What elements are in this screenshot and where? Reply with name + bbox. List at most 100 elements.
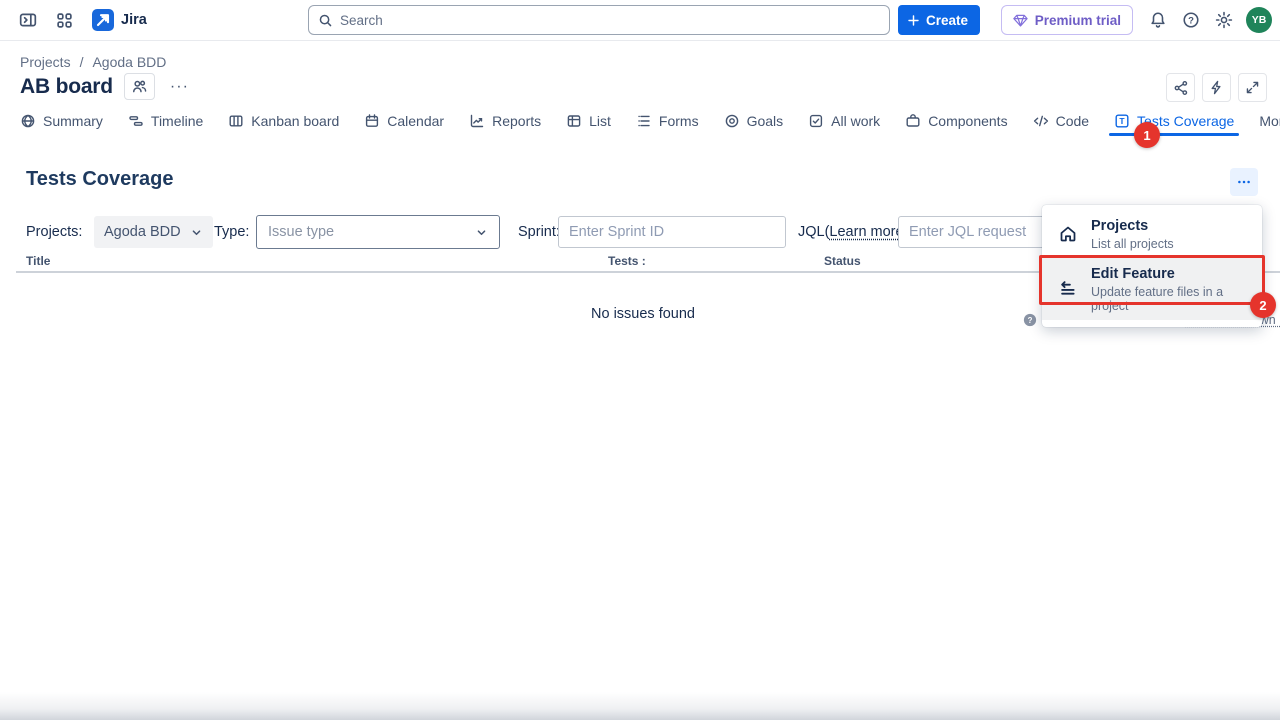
create-label: Create — [926, 13, 968, 28]
jira-logo[interactable]: Jira — [92, 9, 147, 31]
tab-list[interactable]: List — [566, 113, 611, 129]
app-name: Jira — [121, 12, 147, 28]
help-icon[interactable]: ? — [1177, 6, 1205, 34]
search-input[interactable] — [340, 13, 880, 28]
fullscreen-button[interactable] — [1238, 73, 1267, 102]
tab-label: Forms — [659, 113, 699, 129]
question-filled-icon: ? — [1023, 313, 1037, 327]
all-work-icon — [808, 113, 824, 129]
breadcrumb: Projects / Agoda BDD — [20, 54, 166, 70]
jql-learn-more-link[interactable]: Learn more — [829, 224, 903, 240]
chevron-down-icon — [190, 226, 203, 239]
board-columns-icon — [228, 113, 244, 129]
tab-calendar[interactable]: Calendar — [364, 113, 444, 129]
column-header-title: Title — [26, 254, 50, 268]
team-members-button[interactable] — [124, 73, 155, 100]
actions-dropdown-menu: Projects List all projects Edit Feature … — [1042, 205, 1262, 327]
tab-all-work[interactable]: All work — [808, 113, 880, 129]
tab-label: Kanban board — [251, 113, 339, 129]
settings-gear-icon[interactable] — [1210, 6, 1238, 34]
breadcrumb-separator: / — [80, 54, 84, 70]
tab-label: Calendar — [387, 113, 444, 129]
code-icon — [1033, 113, 1049, 129]
menu-item-subtitle: Update feature files in a project — [1091, 285, 1254, 313]
page-heading: Tests Coverage — [26, 168, 173, 191]
sprint-filter-label: Sprint: — [518, 224, 560, 240]
more-label: More — [1259, 113, 1280, 129]
tab-summary[interactable]: Summary — [20, 113, 103, 129]
edit-feature-icon — [1058, 279, 1078, 299]
annotation-step-2-badge: 2 — [1250, 292, 1276, 318]
reports-chart-icon — [469, 113, 485, 129]
menu-item-title: Edit Feature — [1091, 265, 1254, 283]
tab-components[interactable]: Components — [905, 113, 1007, 129]
notifications-bell-icon[interactable] — [1144, 6, 1172, 34]
issue-type-placeholder: Issue type — [268, 224, 475, 240]
tab-more[interactable]: More 5 — [1259, 112, 1280, 130]
create-button[interactable]: Create — [898, 5, 980, 35]
jql-prefix: JQL( — [798, 224, 829, 240]
board-tabbar: Summary Timeline Kanban board Calendar R… — [20, 106, 1280, 136]
tab-tests-coverage[interactable]: T Tests Coverage — [1114, 113, 1234, 129]
tab-label: Reports — [492, 113, 541, 129]
tab-label: Components — [928, 113, 1007, 129]
menu-item-edit-feature[interactable]: Edit Feature Update feature files in a p… — [1042, 258, 1262, 320]
share-icon — [1173, 80, 1189, 96]
forms-lines-icon — [636, 113, 652, 129]
type-filter-label: Type: — [214, 224, 249, 240]
annotation-step-1-badge: 1 — [1134, 122, 1160, 148]
tests-coverage-more-actions-button[interactable] — [1230, 168, 1258, 196]
tab-code[interactable]: Code — [1033, 113, 1089, 129]
issue-type-select[interactable]: Issue type — [256, 215, 500, 249]
menu-item-projects[interactable]: Projects List all projects — [1042, 210, 1262, 258]
share-button[interactable] — [1166, 73, 1195, 102]
menu-item-title: Projects — [1091, 217, 1174, 235]
tab-label: All work — [831, 113, 880, 129]
premium-diamond-icon — [1013, 13, 1028, 28]
premium-trial-label: Premium trial — [1035, 13, 1121, 28]
user-avatar[interactable]: YB — [1246, 7, 1272, 33]
globe-icon — [20, 113, 36, 129]
jql-filter-label: JQL(Learn more): — [798, 224, 912, 240]
tab-label: Summary — [43, 113, 103, 129]
breadcrumb-projects-link[interactable]: Projects — [20, 54, 71, 70]
page-title: AB board — [20, 75, 113, 99]
tab-goals[interactable]: Goals — [724, 113, 784, 129]
timeline-icon — [128, 113, 144, 129]
svg-text:T: T — [1119, 116, 1125, 126]
lightning-icon — [1209, 80, 1224, 95]
tab-label: Code — [1056, 113, 1089, 129]
projects-filter-label: Projects: — [26, 224, 82, 240]
tab-reports[interactable]: Reports — [469, 113, 541, 129]
breadcrumb-board-link[interactable]: Agoda BDD — [92, 54, 166, 70]
tab-forms[interactable]: Forms — [636, 113, 699, 129]
premium-trial-button[interactable]: Premium trial — [1001, 5, 1133, 35]
title-more-actions[interactable]: ··· — [166, 78, 193, 96]
expand-icon — [1245, 80, 1260, 95]
global-search[interactable] — [308, 5, 890, 35]
tab-label: List — [589, 113, 611, 129]
sprint-id-input[interactable] — [558, 216, 786, 248]
tab-timeline[interactable]: Timeline — [128, 113, 203, 129]
search-icon — [318, 13, 333, 28]
calendar-icon — [364, 113, 380, 129]
plus-icon — [907, 14, 920, 27]
svg-text:?: ? — [1028, 316, 1033, 325]
projects-filter-value: Agoda BDD — [104, 224, 181, 240]
tab-label: Goals — [747, 113, 784, 129]
ellipsis-icon — [1236, 174, 1252, 190]
column-header-tests: Tests : — [608, 254, 646, 268]
tests-coverage-icon: T — [1114, 113, 1130, 129]
chevron-down-icon — [475, 226, 488, 239]
svg-text:?: ? — [1188, 15, 1194, 26]
menu-item-subtitle: List all projects — [1091, 237, 1174, 251]
app-switcher-icon[interactable] — [50, 6, 78, 34]
bottom-shadow — [0, 692, 1280, 720]
projects-filter-dropdown[interactable]: Agoda BDD — [94, 216, 213, 248]
column-header-status: Status — [824, 254, 861, 268]
jira-tests-coverage-page: Jira Create Premium trial — [0, 0, 1280, 720]
home-icon — [1058, 224, 1078, 244]
sidebar-toggle-icon[interactable] — [14, 6, 42, 34]
automation-button[interactable] — [1202, 73, 1231, 102]
tab-kanban-board[interactable]: Kanban board — [228, 113, 339, 129]
